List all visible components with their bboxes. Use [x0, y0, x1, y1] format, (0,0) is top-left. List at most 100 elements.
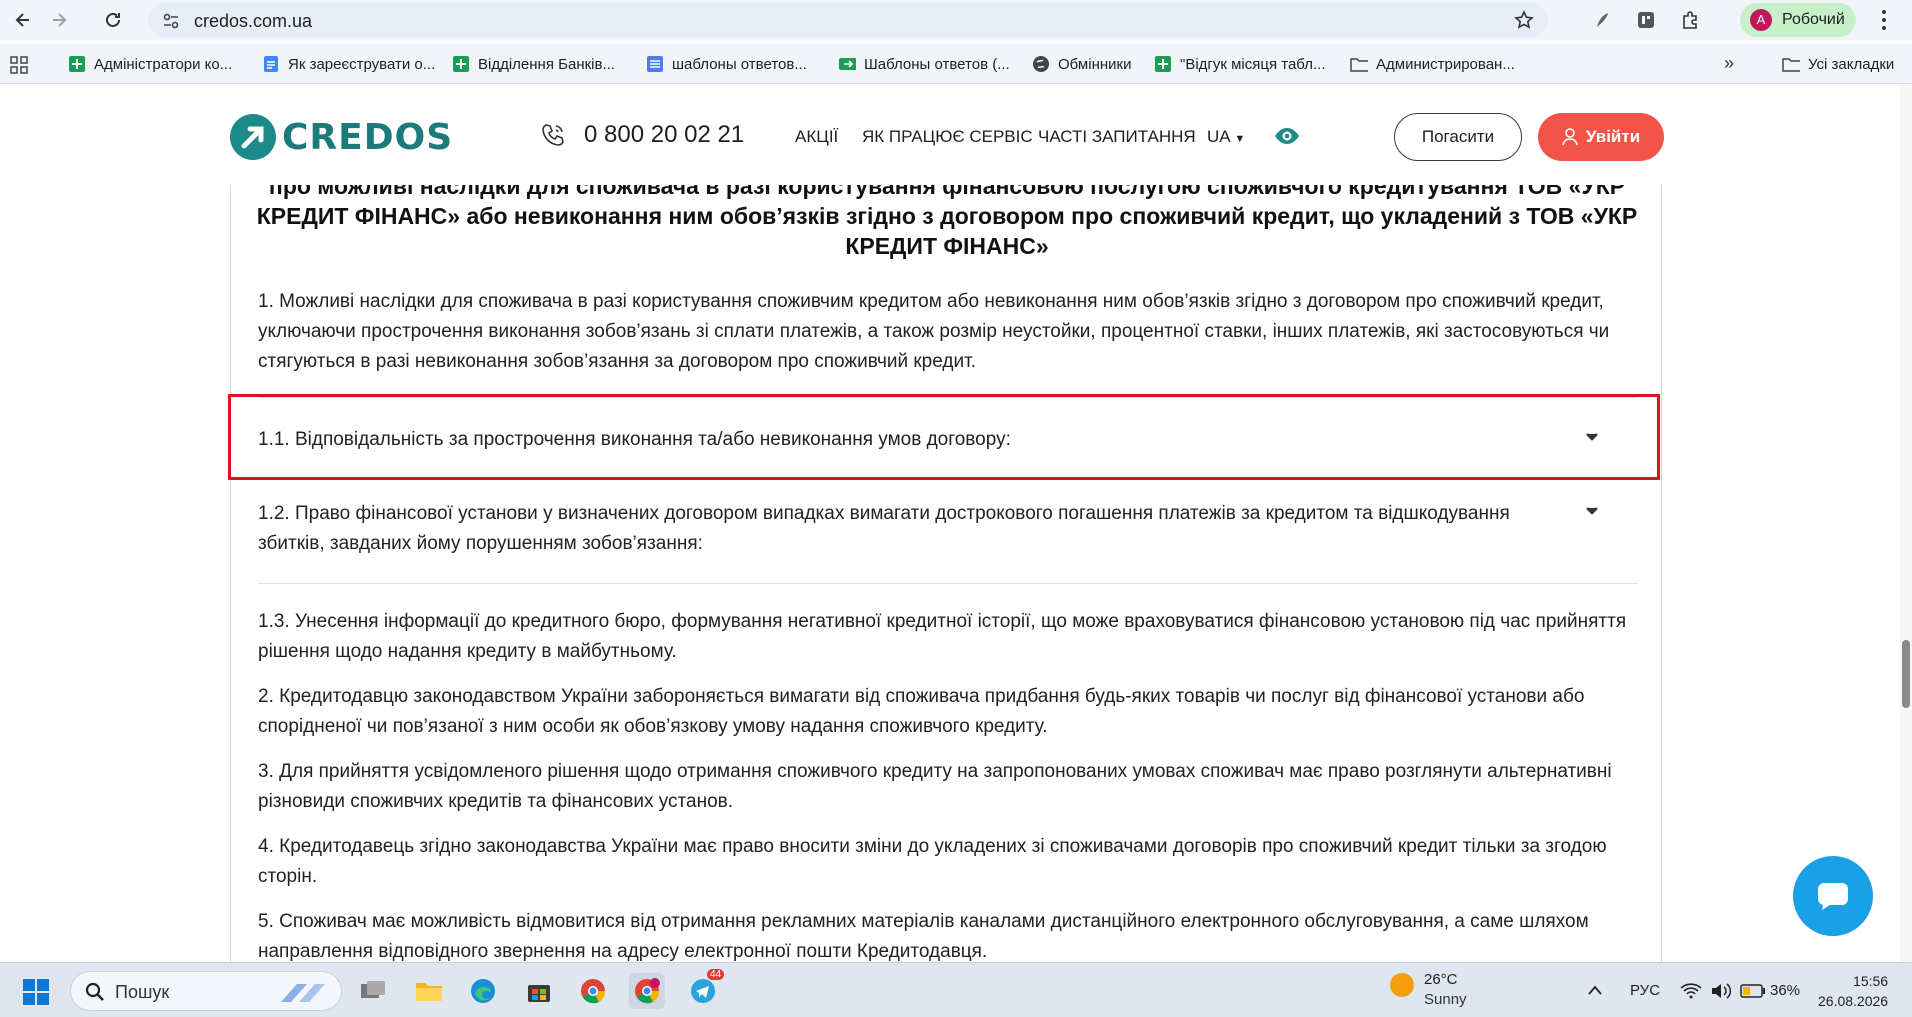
logo-text: CREDOS — [282, 116, 454, 158]
windows-start-icon[interactable] — [22, 978, 50, 1006]
notification-badge: 44 — [707, 969, 725, 980]
paragraph-4: 4. Кредитодавець згідно законодавства Ук… — [258, 836, 1607, 887]
bookmarks-bar: Адміністратори ко... Як зареєструвати о.… — [0, 44, 1912, 84]
chevron-up-icon[interactable] — [1588, 985, 1602, 995]
chrome-icon[interactable] — [575, 973, 611, 1009]
chrome-profile-icon[interactable] — [629, 973, 665, 1009]
folder-icon — [1350, 55, 1368, 73]
docs-icon — [262, 55, 280, 73]
back-arrow-icon — [15, 13, 29, 27]
bookmark-item[interactable]: Відділення Банків... — [452, 55, 615, 73]
store-icon[interactable] — [521, 973, 557, 1009]
accessibility-eye-icon[interactable] — [1273, 126, 1301, 146]
wifi-icon[interactable] — [1680, 983, 1702, 999]
address-bar[interactable]: credos.com.ua — [148, 2, 1548, 38]
weather-widget[interactable]: 26°C Sunny — [1388, 971, 1467, 1008]
paragraph-1-3: 1.3. Унесення інформації до кредитного б… — [258, 611, 1627, 662]
avatar: A — [1750, 9, 1772, 31]
all-bookmarks-folder[interactable]: Усі закладки — [1782, 55, 1894, 73]
search-placeholder: Пошук — [115, 982, 170, 1002]
caret-down-icon: ▼ — [1234, 133, 1246, 145]
login-button[interactable]: Увійти — [1538, 113, 1664, 161]
bookmark-star-icon[interactable] — [1514, 10, 1534, 30]
back-button[interactable] — [8, 5, 38, 35]
url-text[interactable]: credos.com.ua — [194, 11, 312, 32]
file-explorer-icon[interactable] — [411, 973, 447, 1009]
clock-date: 26.08.2026 — [1818, 993, 1889, 1009]
sheets-icon — [68, 55, 86, 73]
phone-number: 0 800 20 02 21 — [584, 121, 745, 148]
chat-button[interactable] — [1793, 856, 1873, 936]
docs-icon — [646, 55, 664, 73]
extension-grid-icon[interactable] — [1634, 8, 1658, 32]
bookmark-item[interactable]: Обмінники — [1032, 55, 1131, 73]
more-menu-icon[interactable] — [1880, 8, 1888, 32]
profile-name: Робочий — [1782, 11, 1845, 28]
reload-icon — [106, 12, 120, 27]
folder-icon — [1782, 55, 1800, 73]
login-label: Увійти — [1585, 127, 1641, 146]
phone-icon — [542, 124, 564, 146]
phone-link[interactable]: 0 800 20 02 21 — [540, 121, 744, 149]
task-view-icon[interactable] — [355, 973, 391, 1009]
divider — [258, 583, 1638, 584]
user-icon — [1562, 128, 1578, 146]
bookmark-item[interactable]: "Відгук місяця табл... — [1154, 55, 1325, 73]
bookmark-item[interactable]: Адміністратори ко... — [68, 55, 232, 73]
browser-toolbar: credos.com.ua A Робочий — [0, 0, 1912, 40]
bookmark-item[interactable]: Шаблоны ответов (... — [838, 55, 1010, 73]
credos-logo[interactable]: CREDOS — [230, 114, 453, 160]
profile-button[interactable]: A Робочий — [1740, 3, 1856, 37]
language-label: UA — [1207, 127, 1230, 146]
telegram-icon[interactable]: 44 — [685, 969, 725, 1009]
bookmark-item[interactable]: Як зареєструвати о... — [262, 55, 435, 73]
chat-bubble-icon — [1817, 883, 1848, 910]
system-clock[interactable]: 15:56 26.08.2026 — [1818, 971, 1888, 1011]
taskbar-search[interactable]: Пошук — [70, 971, 342, 1011]
paragraph-2: 2. Кредитодавцю законодавством України з… — [258, 686, 1585, 737]
pay-button[interactable]: Погасити — [1394, 113, 1522, 161]
search-highlight-icon — [281, 984, 325, 1002]
content-card: про можливі наслідки для споживача в раз… — [230, 185, 1662, 965]
accordion-label: 1.2. Право фінансової установи у визначе… — [258, 503, 1510, 554]
nav-how-it-works[interactable]: ЯК ПРАЦЮЄ СЕРВІС — [862, 127, 1033, 147]
bookmark-item[interactable]: шаблоны ответов... — [646, 55, 807, 73]
battery-percent: 36% — [1770, 982, 1801, 999]
clock-time: 15:56 — [1853, 973, 1889, 989]
globe-icon — [1032, 55, 1050, 73]
scrollbar-thumb[interactable] — [1902, 640, 1910, 708]
site-header: CREDOS 0 800 20 02 21 АКЦІЇ ЯК ПРАЦЮЄ СЕ… — [0, 85, 1900, 188]
input-language[interactable]: РУС — [1630, 982, 1660, 999]
battery-icon[interactable] — [1740, 984, 1766, 998]
forward-arrow-icon — [53, 13, 67, 27]
extensions-puzzle-icon[interactable] — [1678, 8, 1702, 32]
extension-feather-icon[interactable] — [1590, 8, 1614, 32]
nav-faq[interactable]: ЧАСТІ ЗАПИТАННЯ — [1038, 127, 1196, 147]
sheets-icon — [452, 55, 470, 73]
bookmark-item[interactable]: Администрирован... — [1350, 55, 1515, 73]
paragraph-3: 3. Для прийняття усвідомленого рішення щ… — [258, 761, 1612, 812]
search-icon — [85, 982, 104, 1001]
logo-arrow-icon — [230, 114, 276, 160]
scrollbar-track[interactable] — [1900, 85, 1912, 962]
language-select[interactable]: UA ▼ — [1207, 127, 1245, 147]
nav-promotions[interactable]: АКЦІЇ — [795, 127, 838, 147]
sun-icon — [1390, 973, 1414, 997]
weather-temperature: 26°C — [1424, 971, 1458, 988]
edge-browser-icon[interactable] — [465, 973, 501, 1009]
volume-icon[interactable] — [1710, 982, 1732, 1000]
apps-grid-icon[interactable] — [10, 56, 28, 74]
page-title: про можливі наслідки для споживача в раз… — [256, 185, 1638, 259]
chevron-down-icon[interactable] — [1586, 507, 1598, 515]
more-bookmarks-chevron-icon[interactable]: » — [1724, 53, 1734, 74]
paragraph-5: 5. Споживач має можливість відмовитися в… — [258, 911, 1589, 962]
intro-paragraph: 1. Можливі наслідки для споживача в разі… — [258, 291, 1610, 372]
highlight-annotation-box — [228, 394, 1660, 480]
taskbar: Пошук 44 26°C Sunny РУС 36% 15:56 26.08.… — [0, 962, 1912, 1017]
accordion-item-1-2[interactable]: 1.2. Право фінансової установи у визначе… — [258, 499, 1638, 559]
site-settings-icon[interactable] — [162, 12, 180, 30]
sheets-icon — [1154, 55, 1172, 73]
reload-button[interactable] — [98, 5, 128, 35]
forward-button[interactable] — [44, 5, 74, 35]
send-icon — [838, 55, 856, 73]
